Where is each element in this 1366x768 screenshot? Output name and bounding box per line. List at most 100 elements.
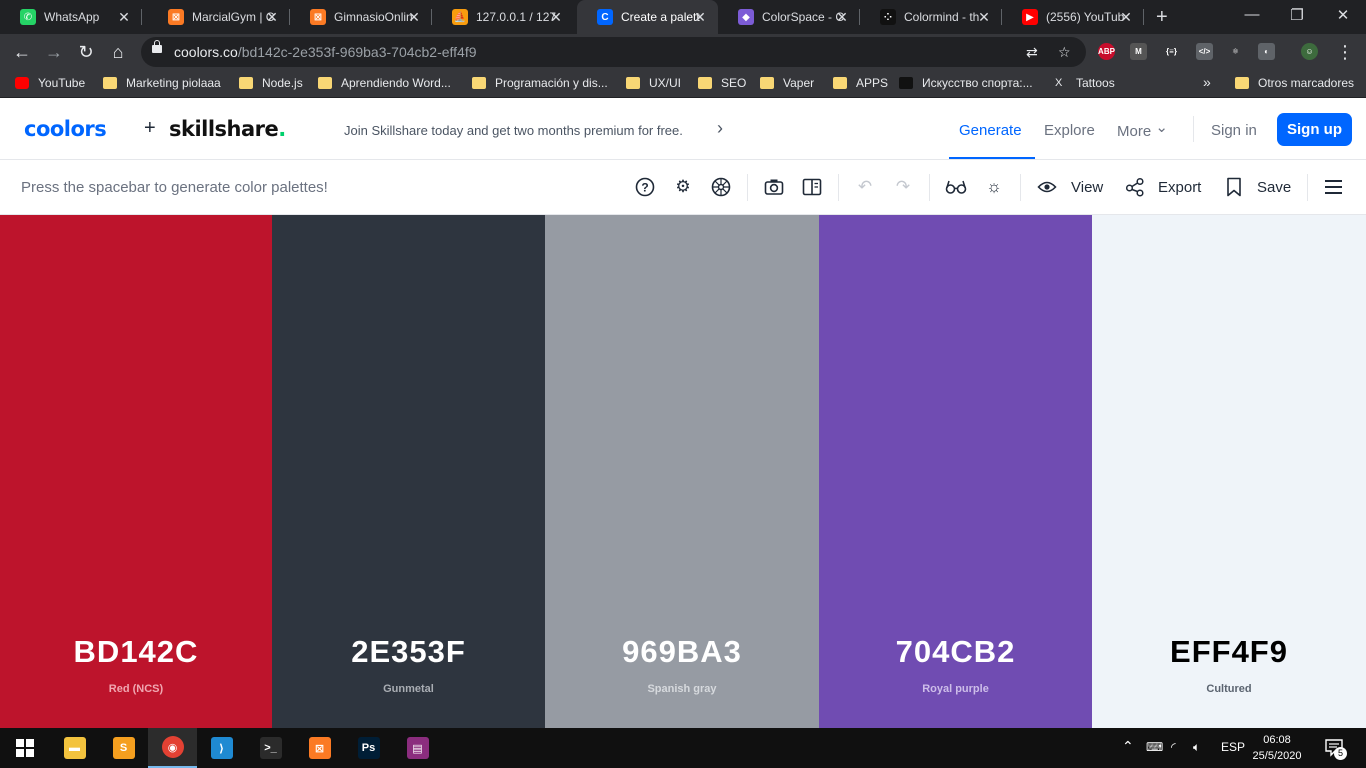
browser-tab[interactable]: ⛵ 127.0.0.1 / 127 ✕ — [432, 0, 574, 34]
other-bookmarks[interactable]: Otros marcadores — [1235, 76, 1354, 90]
bookmark-item[interactable]: Node.js — [239, 76, 303, 90]
color-hex-code[interactable]: EFF4F9 — [1092, 634, 1366, 670]
color-swatch[interactable]: 2E353F Gunmetal — [272, 215, 545, 728]
translate-icon[interactable]: ⇄ — [1026, 44, 1038, 61]
taskbar-app[interactable]: ⟩ — [197, 728, 246, 768]
browser-tab[interactable]: ⊠ GimnasioOnlin ✕ — [290, 0, 432, 34]
devtools-ext-icon[interactable]: </> — [1196, 43, 1213, 60]
back-icon[interactable]: ← — [10, 40, 34, 64]
color-wheel-icon[interactable] — [710, 176, 732, 198]
bookmark-star-icon[interactable]: ☆ — [1058, 44, 1071, 61]
taskbar-app[interactable]: ▤ — [393, 728, 442, 768]
bookmark-item[interactable]: Programación y dis... — [472, 76, 608, 90]
chevron-right-icon[interactable]: › — [717, 118, 723, 139]
help-icon[interactable]: ? — [634, 176, 656, 198]
promo-text[interactable]: Join Skillshare today and get two months… — [344, 123, 683, 138]
system-clock[interactable]: 06:08 25/5/2020 — [1252, 732, 1302, 764]
sign-up-button[interactable]: Sign up — [1277, 113, 1352, 146]
url-text[interactable]: coolors.co/bd142c-2e353f-969ba3-704cb2-e… — [174, 44, 477, 60]
react-devtools-icon[interactable]: ⚛ — [1227, 43, 1244, 60]
close-tab-icon[interactable]: ✕ — [1118, 9, 1134, 25]
view-button[interactable]: View — [1071, 179, 1103, 196]
color-swatch[interactable]: 704CB2 Royal purple — [819, 215, 1092, 728]
adblock-icon[interactable]: ABP — [1098, 43, 1115, 60]
undo-icon[interactable]: ↶ — [854, 176, 876, 198]
browser-tab[interactable]: ⊠ MarcialGym | C ✕ — [148, 0, 290, 34]
close-tab-icon[interactable]: ✕ — [976, 9, 992, 25]
camera-icon[interactable] — [763, 176, 785, 198]
split-view-icon[interactable] — [801, 176, 823, 198]
bookmark-item[interactable]: Искусство спорта:... — [899, 76, 1033, 90]
browser-tab[interactable]: ⁘ Colormind - th ✕ — [860, 0, 1002, 34]
close-tab-icon[interactable]: ✕ — [116, 9, 132, 25]
browser-tab[interactable]: ◆ ColorSpace - C ✕ — [718, 0, 860, 34]
volume-icon[interactable]: 🔈︎ — [1193, 740, 1200, 755]
bookmark-item[interactable]: SEO — [698, 76, 746, 90]
bookmark-item[interactable]: Marketing piolaaa — [103, 76, 221, 90]
sign-in-link[interactable]: Sign in — [1211, 122, 1257, 139]
taskbar-app[interactable]: ⊠ — [295, 728, 344, 768]
mendeley-icon[interactable]: M — [1130, 43, 1147, 60]
color-swatch[interactable]: EFF4F9 Cultured — [1092, 215, 1366, 728]
lock-icon[interactable] — [152, 40, 162, 53]
show-hidden-icons[interactable]: ⌃ — [1122, 738, 1134, 755]
taskbar-app[interactable]: ▬ — [50, 728, 99, 768]
brightness-icon[interactable]: ☼ — [983, 176, 1005, 198]
start-button[interactable] — [0, 728, 49, 768]
language-indicator[interactable]: ESP — [1221, 740, 1245, 754]
glasses-icon[interactable] — [945, 176, 967, 198]
color-hex-code[interactable]: BD142C — [0, 634, 272, 670]
wifi-icon[interactable]: ◜ — [1171, 740, 1176, 754]
nav-more[interactable]: More ⌄ — [1117, 119, 1168, 140]
browser-tab[interactable]: ✆ WhatsApp ✕ — [0, 0, 142, 34]
taskbar-app[interactable]: ◉ — [148, 728, 197, 768]
close-tab-icon[interactable]: ✕ — [264, 9, 280, 25]
color-hex-code[interactable]: 969BA3 — [545, 634, 819, 670]
taskbar-app[interactable]: >_ — [246, 728, 295, 768]
bookmark-item[interactable]: YouTube — [15, 76, 85, 90]
bookmark-item[interactable]: Aprendiendo Word... — [318, 76, 451, 90]
skillshare-logo[interactable]: skillshare. — [169, 117, 286, 141]
redo-icon[interactable]: ↷ — [892, 176, 914, 198]
minimize-icon[interactable]: — — [1242, 6, 1262, 23]
close-tab-icon[interactable]: ✕ — [834, 9, 850, 25]
coolors-logo[interactable]: coolors — [24, 117, 107, 141]
bookmark-save-icon[interactable] — [1223, 176, 1245, 198]
notifications-icon[interactable]: 5 — [1324, 737, 1347, 760]
nav-generate[interactable]: Generate — [959, 122, 1022, 139]
bookmark-item[interactable]: UX/UI — [626, 76, 681, 90]
close-tab-icon[interactable]: ✕ — [406, 9, 422, 25]
close-tab-icon[interactable]: ✕ — [548, 9, 564, 25]
close-tab-icon[interactable]: ✕ — [692, 9, 708, 25]
new-tab-button[interactable]: + — [1156, 6, 1168, 29]
browser-tab[interactable]: ▶ (2556) YouTub ✕ — [1002, 0, 1144, 34]
settings-gear-icon[interactable]: ⚙ — [672, 176, 694, 198]
address-bar[interactable]: coolors.co/bd142c-2e353f-969ba3-704cb2-e… — [141, 37, 1086, 67]
close-window-icon[interactable]: ✕ — [1333, 6, 1353, 24]
taskbar-app[interactable]: S — [99, 728, 148, 768]
chrome-menu-icon[interactable]: ⋮ — [1333, 40, 1357, 64]
colorpicker-ext-icon[interactable]: ◐ — [1258, 43, 1275, 60]
eye-icon[interactable] — [1036, 176, 1058, 198]
share-icon[interactable] — [1124, 176, 1146, 198]
bookmark-item[interactable]: APPS — [833, 76, 888, 90]
hamburger-menu-icon[interactable] — [1325, 180, 1342, 198]
json-viewer-icon[interactable]: {≡} — [1163, 43, 1180, 60]
restore-window-icon[interactable]: ❐ — [1287, 6, 1307, 24]
forward-icon[interactable]: → — [42, 40, 66, 64]
profile-avatar-icon[interactable]: ☺ — [1301, 43, 1318, 60]
bookmarks-overflow-button[interactable]: » — [1203, 74, 1211, 90]
export-button[interactable]: Export — [1158, 179, 1201, 196]
color-swatch[interactable]: 969BA3 Spanish gray — [545, 215, 819, 728]
color-hex-code[interactable]: 704CB2 — [819, 634, 1092, 670]
taskbar-app[interactable]: Ps — [344, 728, 393, 768]
bookmark-item[interactable]: Vaper — [760, 76, 814, 90]
browser-tab[interactable]: C Create a palett ✕ — [577, 0, 718, 34]
save-button[interactable]: Save — [1257, 179, 1291, 196]
color-hex-code[interactable]: 2E353F — [272, 634, 545, 670]
reload-icon[interactable]: ↻ — [74, 40, 98, 64]
nav-explore[interactable]: Explore — [1044, 122, 1095, 139]
home-icon[interactable]: ⌂ — [106, 40, 130, 64]
color-swatch[interactable]: BD142C Red (NCS) — [0, 215, 272, 728]
bookmark-item[interactable]: X Tattoos — [1055, 76, 1115, 90]
